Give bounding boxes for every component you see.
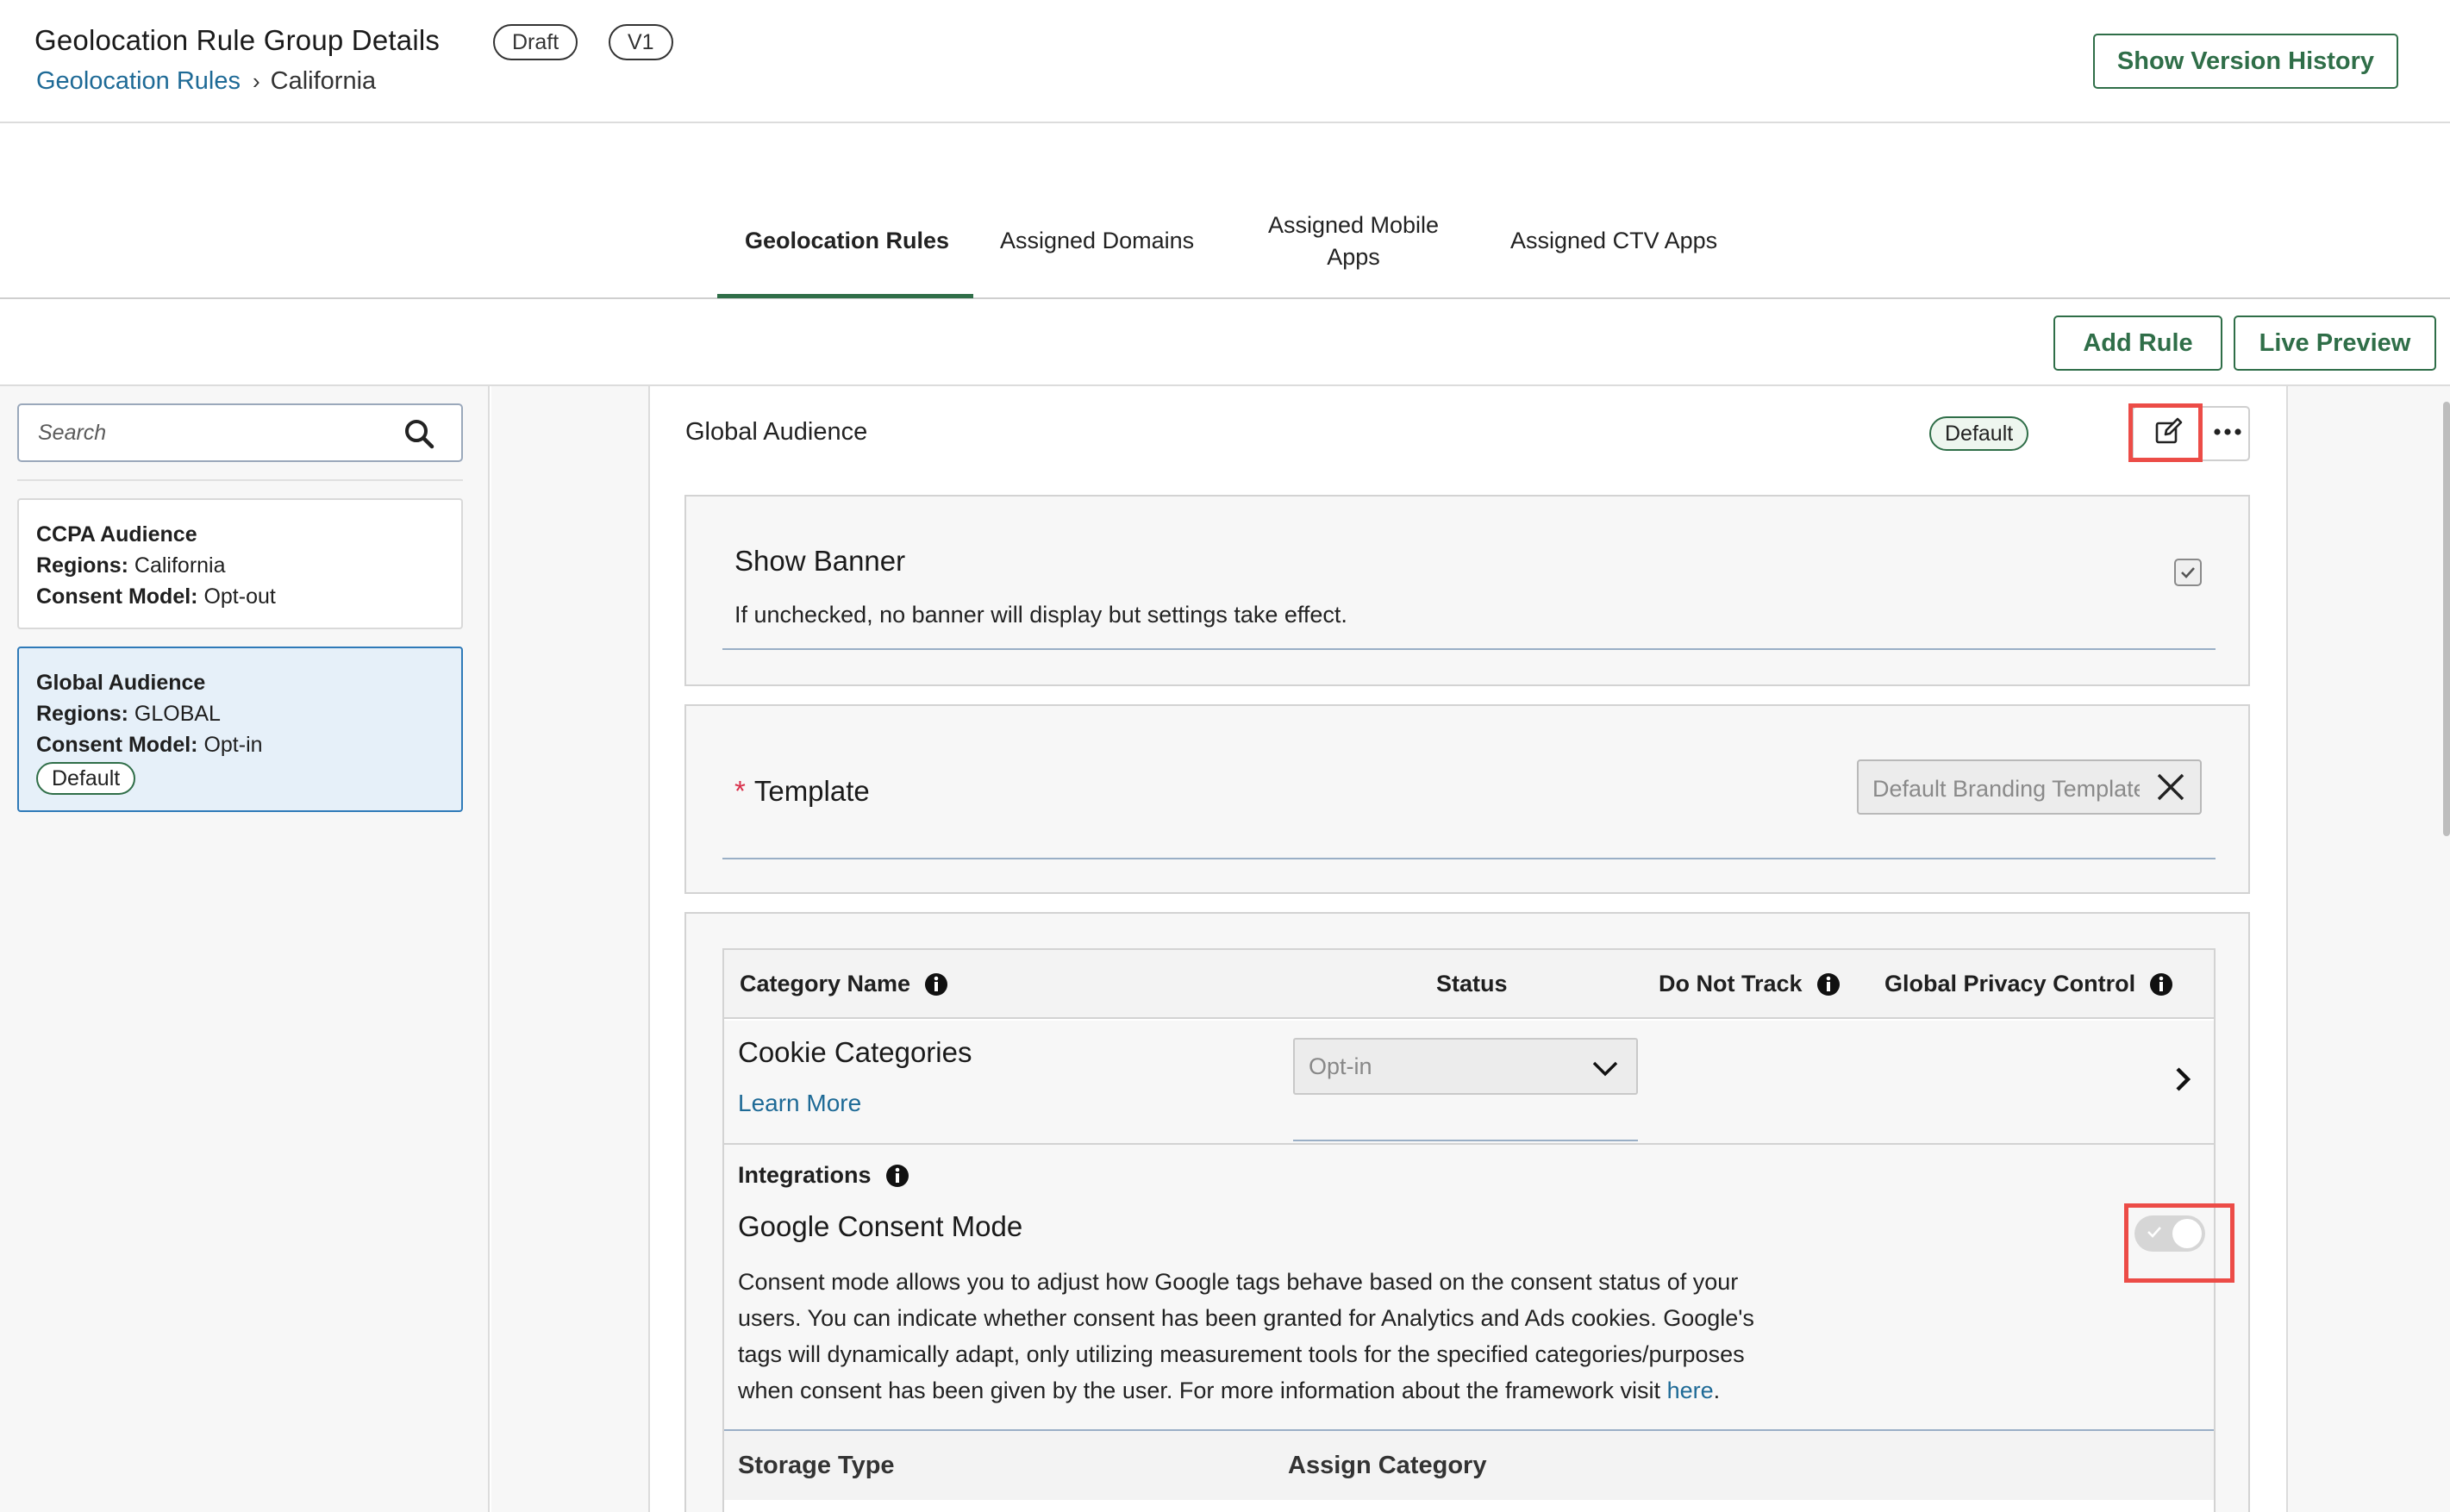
column-header-status: Status — [1436, 971, 1508, 997]
edit-icon — [2153, 416, 2184, 452]
consent-model-value: Opt-in — [203, 733, 263, 757]
rule-card-ccpa-audience[interactable]: CCPA Audience Regions: California Consen… — [17, 498, 463, 629]
default-badge: Default — [1929, 416, 2029, 451]
chevron-down-icon — [1590, 1053, 1621, 1084]
consent-model-value: Opt-out — [203, 584, 276, 609]
page-header: Geolocation Rule Group Details Draft V1 … — [0, 0, 2450, 123]
default-badge: Default — [36, 762, 136, 795]
table-row: Cookie Categories Learn More Opt-in — [724, 1021, 2214, 1143]
template-panel: * Template — [684, 704, 2250, 894]
active-tab-indicator — [717, 294, 973, 298]
integrations-section: Integrations Google Consent Mode Consent… — [724, 1145, 2234, 1429]
status-value: Opt-in — [1309, 1053, 1372, 1079]
categories-table: Category Name Status Do Not Track Global… — [722, 948, 2234, 1512]
show-banner-title: Show Banner — [734, 545, 906, 577]
search-icon[interactable] — [403, 417, 437, 452]
categories-panel: Category Name Status Do Not Track Global… — [684, 912, 2250, 1512]
tab-assigned-mobile-apps[interactable]: Assigned Mobile Apps — [1250, 209, 1457, 273]
info-icon[interactable] — [2149, 972, 2173, 997]
column-header-assign-category: Assign Category — [1288, 1452, 1487, 1479]
column-header-category-name: Category Name — [740, 971, 948, 997]
required-marker: * — [734, 775, 746, 807]
column-header-label: Category Name — [740, 971, 911, 997]
breadcrumb-separator: › — [252, 68, 260, 94]
page-title: Geolocation Rule Group Details — [34, 24, 441, 56]
status-select[interactable]: Opt-in — [1293, 1038, 1638, 1095]
divider — [1293, 1140, 1638, 1141]
info-icon[interactable] — [924, 972, 948, 997]
info-icon[interactable] — [1816, 972, 1841, 997]
live-preview-button[interactable]: Live Preview — [2234, 316, 2436, 371]
column-header-global-privacy-control: Global Privacy Control — [1884, 971, 2173, 997]
divider — [722, 648, 2216, 650]
show-banner-description: If unchecked, no banner will display but… — [734, 602, 1347, 628]
toggle-knob — [2172, 1219, 2202, 1248]
gcm-period: . — [1713, 1378, 1721, 1403]
template-field — [1857, 759, 2202, 815]
integrations-title: Integrations — [738, 1162, 909, 1189]
breadcrumb: Geolocation Rules › California — [36, 67, 376, 96]
more-horizontal-icon — [2212, 426, 2243, 441]
rule-card-name: Global Audience — [36, 671, 206, 695]
info-icon[interactable] — [885, 1164, 909, 1188]
column-header-do-not-track: Do Not Track — [1659, 971, 1841, 997]
tab-assigned-domains[interactable]: Assigned Domains — [1000, 225, 1194, 257]
storage-table-header: Storage Type Assign Category — [724, 1431, 2214, 1500]
rule-title: Global Audience — [685, 418, 868, 446]
column-header-label: Do Not Track — [1659, 971, 1803, 997]
more-options-button[interactable] — [2204, 408, 2250, 459]
divider — [722, 858, 2216, 859]
google-consent-mode-toggle[interactable] — [2134, 1215, 2205, 1252]
main-gutter-right — [2286, 386, 2450, 1512]
scrollbar[interactable] — [2443, 402, 2450, 836]
consent-model-label: Consent Model: — [36, 584, 198, 609]
breadcrumb-link-geolocation-rules[interactable]: Geolocation Rules — [36, 67, 241, 96]
version-badge: V1 — [609, 24, 673, 60]
chevron-right-icon[interactable] — [2171, 1062, 2197, 1097]
template-label: * Template — [734, 775, 870, 808]
regions-label: Regions: — [36, 553, 128, 578]
divider — [17, 479, 463, 481]
show-banner-panel: Show Banner If unchecked, no banner will… — [684, 495, 2250, 686]
regions-value: GLOBAL — [134, 702, 221, 726]
search-input[interactable] — [38, 414, 383, 452]
check-icon — [2147, 1227, 2161, 1238]
add-rule-button[interactable]: Add Rule — [2053, 316, 2222, 371]
tab-assigned-ctv-apps[interactable]: Assigned CTV Apps — [1510, 225, 1717, 257]
learn-more-link[interactable]: Learn More — [738, 1090, 861, 1117]
main-gutter-left — [491, 386, 650, 1512]
column-header-storage-type: Storage Type — [738, 1452, 895, 1479]
column-header-label: Global Privacy Control — [1884, 971, 2136, 997]
rule-card-global-audience[interactable]: Global Audience Regions: GLOBAL Consent … — [17, 647, 463, 812]
regions-value: California — [134, 553, 226, 578]
breadcrumb-current: California — [270, 67, 377, 95]
search-box — [17, 403, 463, 462]
status-badge: Draft — [493, 24, 578, 60]
consent-model-label: Consent Model: — [36, 733, 198, 757]
google-consent-mode-title: Google Consent Mode — [738, 1210, 1023, 1242]
template-input[interactable] — [1872, 773, 2140, 804]
show-version-history-button[interactable]: Show Version History — [2093, 34, 2398, 89]
gcm-description-text: Consent mode allows you to adjust how Go… — [738, 1269, 1754, 1403]
template-label-text: Template — [753, 775, 870, 807]
integrations-title-text: Integrations — [738, 1162, 872, 1188]
tab-geolocation-rules[interactable]: Geolocation Rules — [745, 225, 949, 257]
show-banner-checkbox[interactable] — [2174, 559, 2202, 586]
check-icon — [2181, 567, 2195, 578]
table-header: Category Name Status Do Not Track Global… — [724, 950, 2214, 1019]
category-name: Cookie Categories — [738, 1036, 972, 1068]
tab-bar: Geolocation Rules Assigned Domains Assig… — [0, 123, 2450, 299]
close-icon[interactable] — [2153, 770, 2188, 804]
rule-card-name: CCPA Audience — [36, 522, 197, 547]
google-consent-mode-description: Consent mode allows you to adjust how Go… — [738, 1264, 1790, 1409]
rule-actions-group — [2132, 406, 2250, 461]
rules-sidebar: CCPA Audience Regions: California Consen… — [0, 386, 490, 1512]
gcm-here-link[interactable]: here — [1667, 1378, 1714, 1403]
edit-button[interactable] — [2134, 408, 2204, 459]
regions-label: Regions: — [36, 702, 128, 726]
